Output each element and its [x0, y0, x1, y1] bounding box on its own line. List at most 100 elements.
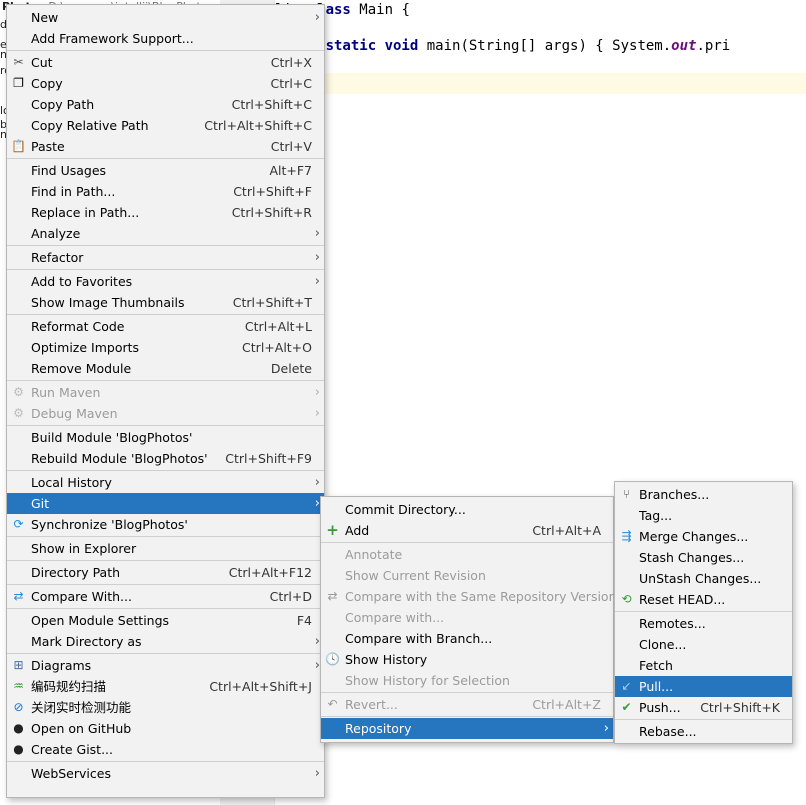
- menu-item-label: WebServices: [31, 766, 111, 781]
- pull-icon: ↙: [621, 679, 632, 693]
- menu-item-label: Commit Directory...: [345, 502, 466, 517]
- menu-item-label: Analyze: [31, 226, 81, 241]
- repo-item-tag[interactable]: Tag...: [615, 505, 792, 526]
- context-item-diagrams[interactable]: ⊞ Diagrams ›: [7, 655, 324, 676]
- repo-item-clone[interactable]: Clone...: [615, 634, 792, 655]
- context-item-optimize-imports[interactable]: Optimize Imports Ctrl+Alt+O: [7, 337, 324, 358]
- context-item-item[interactable]: ♒ 编码规约扫描 Ctrl+Alt+Shift+J: [7, 676, 324, 697]
- git-item-repository[interactable]: Repository ›: [321, 718, 613, 739]
- repo-item-merge-changes[interactable]: ⇶ Merge Changes...: [615, 526, 792, 547]
- git-submenu: Commit Directory... + Add Ctrl+Alt+A Annotat…: [320, 496, 617, 743]
- context-item-show-image-thumbnails[interactable]: Show Image Thumbnails Ctrl+Shift+T: [7, 292, 324, 313]
- menu-item-label: Pull...: [639, 679, 674, 694]
- menu-item-label: Build Module 'BlogPhotos': [31, 430, 193, 445]
- branches-icon: ⑂: [622, 487, 631, 501]
- context-item-directory-path[interactable]: Directory Path Ctrl+Alt+F12: [7, 562, 324, 583]
- copy-icon: ❐: [13, 76, 24, 90]
- context-item-open-on-github[interactable]: ● Open on GitHub: [7, 718, 324, 739]
- menu-separator: [7, 560, 324, 561]
- menu-item-label: Replace in Path...: [31, 205, 140, 220]
- menu-item-label: 关闭实时检测功能: [31, 700, 132, 715]
- menu-item-shortcut: Delete: [270, 361, 312, 376]
- context-item-item[interactable]: ⊘ 关闭实时检测功能: [7, 697, 324, 718]
- context-item-webservices[interactable]: WebServices ›: [7, 763, 324, 784]
- menu-item-label: Repository: [345, 721, 412, 736]
- context-item-git[interactable]: Git ›: [7, 493, 324, 514]
- context-item-build-module-blogphotos[interactable]: Build Module 'BlogPhotos': [7, 427, 324, 448]
- submenu-arrow-icon: ›: [314, 274, 320, 289]
- submenu-arrow-icon: ›: [314, 766, 320, 781]
- repo-item-reset-head[interactable]: ⟲ Reset HEAD...: [615, 589, 792, 610]
- compare-same-icon: ⇄: [327, 589, 338, 603]
- menu-item-label: Rebase...: [639, 724, 697, 739]
- git-item-commit-directory[interactable]: Commit Directory...: [321, 499, 613, 520]
- menu-separator: [7, 269, 324, 270]
- context-item-show-in-explorer[interactable]: Show in Explorer: [7, 538, 324, 559]
- menu-item-shortcut: Ctrl+Alt+F12: [228, 565, 312, 580]
- menu-item-label: Copy Relative Path: [31, 118, 149, 133]
- menu-item-label: Add Framework Support...: [31, 31, 194, 46]
- context-item-new[interactable]: New ›: [7, 7, 324, 28]
- paste-icon: 📋: [11, 139, 26, 153]
- current-line-highlight: [275, 73, 806, 94]
- menu-item-shortcut: Ctrl+Alt+Shift+J: [209, 679, 312, 694]
- context-item-add-to-favorites[interactable]: Add to Favorites ›: [7, 271, 324, 292]
- menu-item-label: Copy Path: [31, 97, 95, 112]
- repo-item-rebase[interactable]: Rebase...: [615, 721, 792, 742]
- submenu-arrow-icon: ›: [314, 406, 320, 421]
- menu-separator: [7, 50, 324, 51]
- repo-item-stash-changes[interactable]: Stash Changes...: [615, 547, 792, 568]
- menu-separator: [7, 314, 324, 315]
- repo-item-fetch[interactable]: Fetch: [615, 655, 792, 676]
- menu-separator: [7, 584, 324, 585]
- menu-item-shortcut: Ctrl+Alt+Shift+C: [204, 118, 312, 133]
- context-item-cut[interactable]: ✂ Cut Ctrl+X: [7, 52, 324, 73]
- code-line-2: ublic static void main(String[] args) { …: [275, 38, 731, 54]
- menu-separator: [7, 380, 324, 381]
- repo-item-remotes[interactable]: Remotes...: [615, 613, 792, 634]
- git-item-add[interactable]: + Add Ctrl+Alt+A: [321, 520, 613, 541]
- context-item-mark-directory-as[interactable]: Mark Directory as ›: [7, 631, 324, 652]
- menu-item-shortcut: Ctrl+Shift+C: [231, 97, 312, 112]
- menu-item-label: Diagrams: [31, 658, 92, 673]
- context-item-rebuild-module-blogphotos[interactable]: Rebuild Module 'BlogPhotos' Ctrl+Shift+F9: [7, 448, 324, 469]
- context-item-copy[interactable]: ❐ Copy Ctrl+C: [7, 73, 324, 94]
- menu-item-label: Add: [345, 523, 370, 538]
- context-item-paste[interactable]: 📋 Paste Ctrl+V: [7, 136, 324, 157]
- menu-item-shortcut: Ctrl+C: [270, 76, 312, 91]
- context-item-refactor[interactable]: Refactor ›: [7, 247, 324, 268]
- context-item-copy-relative-path[interactable]: Copy Relative Path Ctrl+Alt+Shift+C: [7, 115, 324, 136]
- repo-item-pull[interactable]: ↙ Pull...: [615, 676, 792, 697]
- context-item-reformat-code[interactable]: Reformat Code Ctrl+Alt+L: [7, 316, 324, 337]
- menu-separator: [7, 761, 324, 762]
- menu-item-shortcut: Ctrl+X: [270, 55, 312, 70]
- context-item-copy-path[interactable]: Copy Path Ctrl+Shift+C: [7, 94, 324, 115]
- git-item-compare-with-branch[interactable]: Compare with Branch...: [321, 628, 613, 649]
- repo-item-unstash-changes[interactable]: UnStash Changes...: [615, 568, 792, 589]
- context-item-compare-with[interactable]: ⇄ Compare With... Ctrl+D: [7, 586, 324, 607]
- menu-item-label: Clone...: [639, 637, 687, 652]
- context-item-synchronize-blogphotos[interactable]: ⟳ Synchronize 'BlogPhotos': [7, 514, 324, 535]
- menu-item-label: Refactor: [31, 250, 84, 265]
- git-item-revert: ↶ Revert... Ctrl+Alt+Z: [321, 694, 613, 715]
- context-item-find-in-path[interactable]: Find in Path... Ctrl+Shift+F: [7, 181, 324, 202]
- git-item-show-history[interactable]: 🕓 Show History: [321, 649, 613, 670]
- menu-separator: [321, 542, 613, 543]
- context-item-create-gist[interactable]: ● Create Gist...: [7, 739, 324, 760]
- menu-item-label: UnStash Changes...: [639, 571, 762, 586]
- menu-item-label: Run Maven: [31, 385, 101, 400]
- git-item-annotate: Annotate: [321, 544, 613, 565]
- context-item-find-usages[interactable]: Find Usages Alt+F7: [7, 160, 324, 181]
- menu-separator: [615, 719, 792, 720]
- repo-item-push[interactable]: ✔ Push... Ctrl+Shift+K: [615, 697, 792, 718]
- menu-item-label: Optimize Imports: [31, 340, 140, 355]
- menu-item-shortcut: Ctrl+Alt+O: [242, 340, 312, 355]
- context-item-add-framework-support[interactable]: Add Framework Support...: [7, 28, 324, 49]
- menu-item-label: Branches...: [639, 487, 710, 502]
- context-item-open-module-settings[interactable]: Open Module Settings F4: [7, 610, 324, 631]
- context-item-local-history[interactable]: Local History ›: [7, 472, 324, 493]
- repo-item-branches[interactable]: ⑂ Branches...: [615, 484, 792, 505]
- context-item-replace-in-path[interactable]: Replace in Path... Ctrl+Shift+R: [7, 202, 324, 223]
- context-item-remove-module[interactable]: Remove Module Delete: [7, 358, 324, 379]
- context-item-analyze[interactable]: Analyze ›: [7, 223, 324, 244]
